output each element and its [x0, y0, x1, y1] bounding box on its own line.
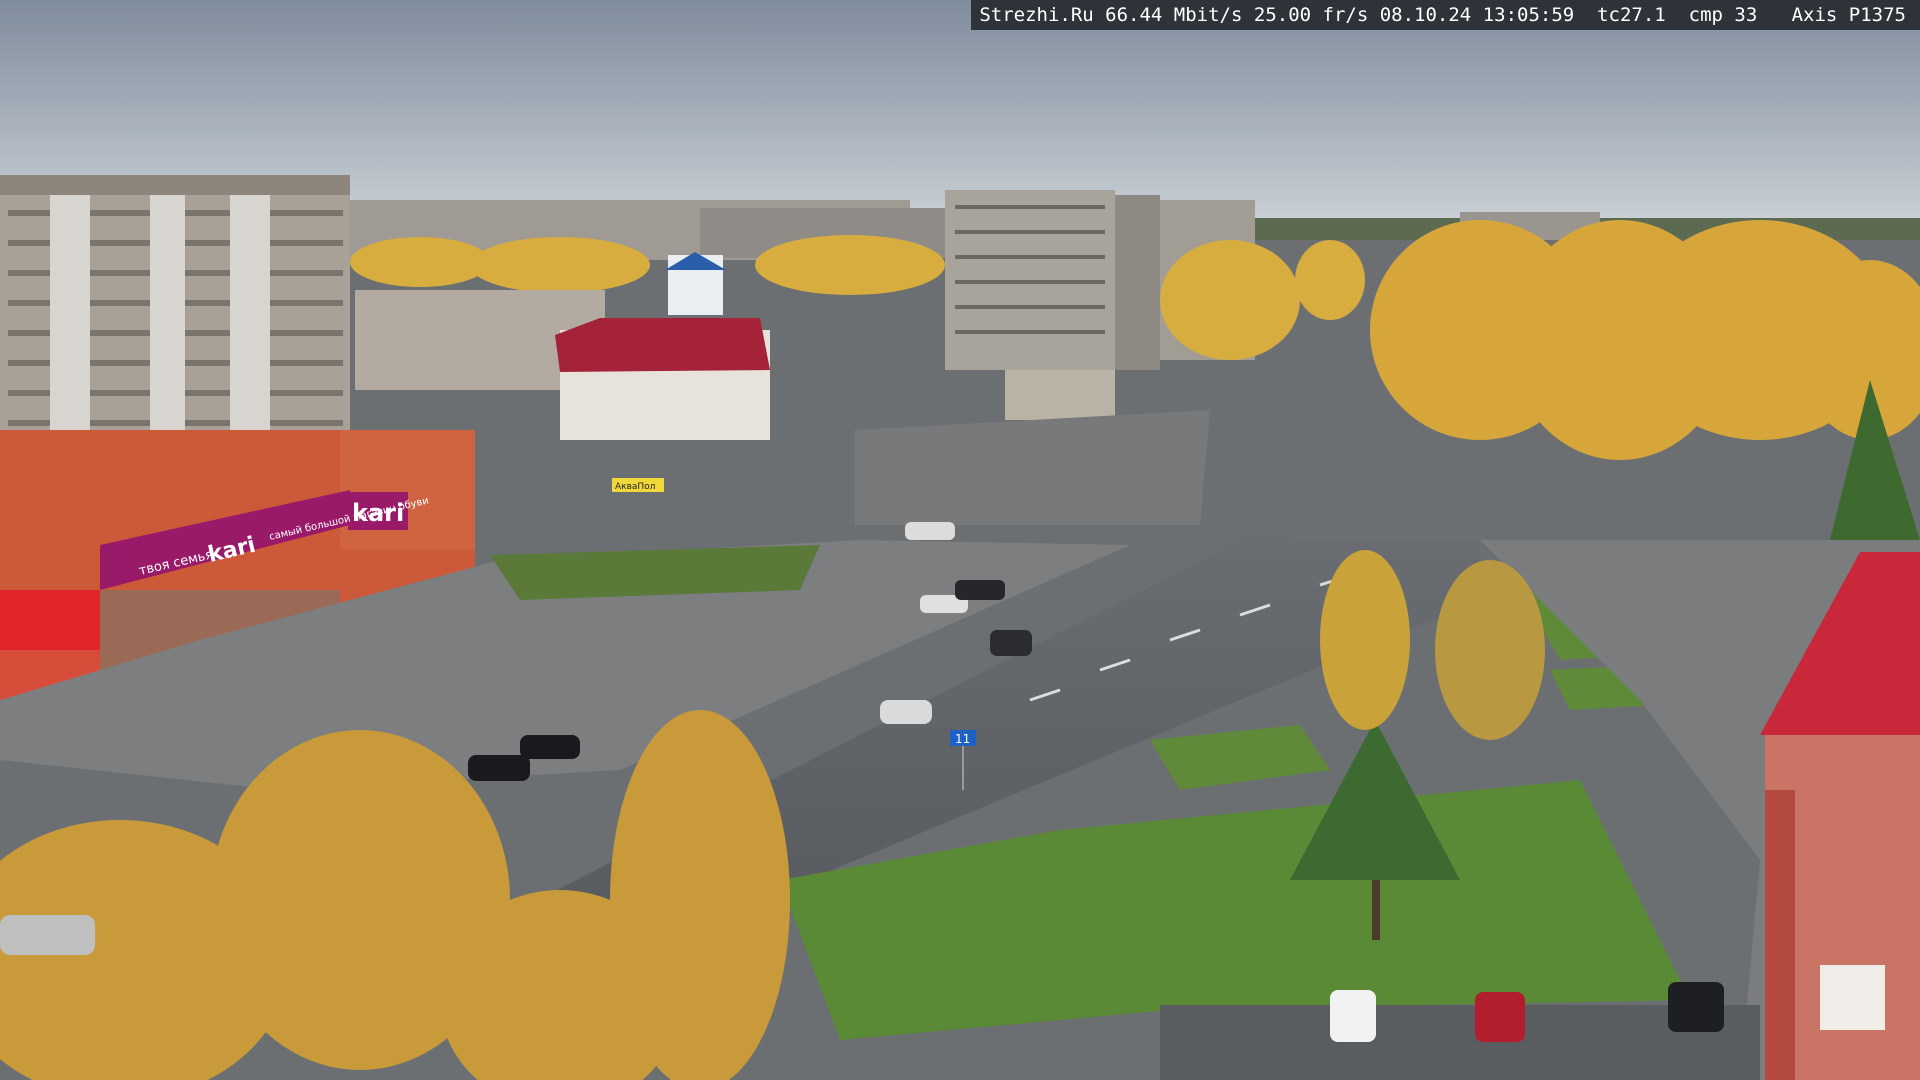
- yellow-tree-right: [1435, 560, 1545, 740]
- overlay-cmp: cmp 33: [1688, 4, 1758, 26]
- svg-text:АкваПол: АкваПол: [615, 482, 655, 492]
- overlay-camera-model: Axis P1375: [1791, 4, 1906, 26]
- street-scene: kari твоя семья kari самый большой магаз…: [0, 0, 1920, 1080]
- shop-sign: АкваПол: [612, 478, 664, 492]
- overlay-tc: tc27.1: [1597, 4, 1666, 26]
- yellow-tree-center: [1320, 550, 1410, 730]
- overlay-bitrate: 66.44 Mbit/s: [1105, 4, 1243, 26]
- svg-text:11: 11: [955, 732, 970, 746]
- overlay-date: 08.10.24: [1379, 4, 1472, 26]
- overlay-framerate: 25.00 fr/s: [1253, 4, 1369, 26]
- right-forest: [1370, 220, 1920, 460]
- overlay-site: Strezhi.Ru: [979, 4, 1094, 26]
- central-plaza: [855, 410, 1210, 525]
- camera-overlay-bar: Strezhi.Ru 66.44 Mbit/s 25.00 fr/s 08.10…: [971, 0, 1920, 30]
- overlay-time: 13:05:59: [1482, 4, 1575, 26]
- camera-frame: kari твоя семья kari самый большой магаз…: [0, 0, 1920, 1080]
